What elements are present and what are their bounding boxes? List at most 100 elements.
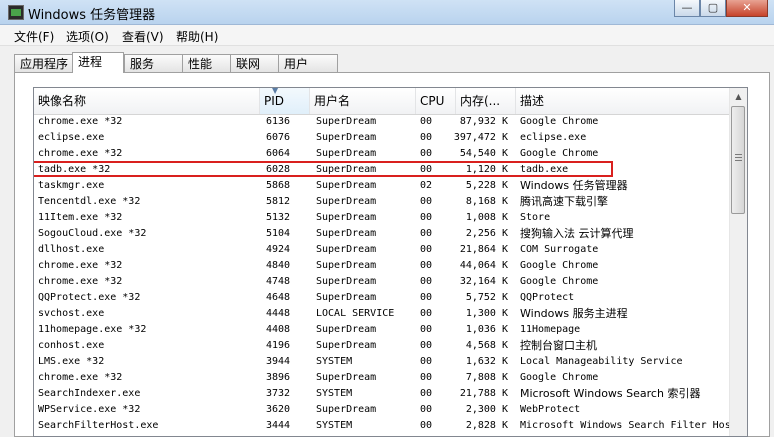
process-pid: 4408 (266, 324, 291, 335)
process-memory: 1,036 K (465, 324, 508, 335)
menu-options[interactable]: 选项(O) (66, 28, 109, 45)
process-memory: 2,256 K (465, 228, 508, 239)
process-list[interactable]: 映像名称 ▼ PID 用户名 CPU 内存(... 描述 chrome.exe … (33, 87, 748, 437)
menu-help[interactable]: 帮助(H) (176, 28, 218, 45)
window-title: Windows 任务管理器 (28, 8, 156, 23)
column-pid[interactable]: ▼ PID (260, 88, 310, 114)
process-name: chrome.exe *32 (38, 116, 123, 127)
tab-performance[interactable]: 性能 (182, 54, 232, 72)
process-description: Local Manageability Service (520, 356, 683, 367)
tab-processes[interactable]: 进程 (72, 52, 124, 73)
process-user: SuperDream (316, 260, 377, 271)
process-memory: 1,120 K (465, 164, 508, 175)
process-memory: 1,300 K (465, 308, 508, 319)
process-description: 腾讯高速下载引擎 (520, 195, 608, 208)
process-description: Microsoft Windows Search 索引器 (520, 387, 701, 400)
table-row[interactable]: conhost.exe 4196 SuperDream 00 4,568 K 控制台窗口主… (34, 338, 731, 354)
process-memory: 7,808 K (465, 372, 508, 383)
column-cpu[interactable]: CPU (416, 88, 456, 114)
table-row[interactable]: 11Item.exe *32 5132 SuperDream 00 1,008 K Sto… (34, 210, 731, 226)
table-row[interactable]: taskmgr.exe 5868 SuperDream 02 5,228 K Window… (34, 178, 731, 194)
process-name: 11homepage.exe *32 (38, 324, 147, 335)
grip-icon (735, 154, 742, 161)
minimize-button[interactable]: — (674, 0, 700, 17)
tab-services[interactable]: 服务 (124, 54, 184, 72)
process-description: Google Chrome (520, 260, 599, 271)
process-description: Google Chrome (520, 148, 599, 159)
process-pid: 5132 (266, 212, 291, 223)
process-description: WebProtect (520, 404, 581, 415)
process-memory: 5,228 K (465, 180, 508, 191)
process-user: SuperDream (316, 132, 377, 143)
table-row[interactable]: chrome.exe *32 4840 SuperDream 00 44,064 K Go… (34, 258, 731, 274)
process-pid: 3620 (266, 404, 291, 415)
table-row[interactable]: SearchIndexer.exe 3732 SYSTEM 00 21,788 K Mic… (34, 386, 731, 402)
process-user: SuperDream (316, 228, 377, 239)
process-name: WPService.exe *32 (38, 404, 141, 415)
table-row[interactable]: LMS.exe *32 3944 SYSTEM 00 1,632 K Local Mana… (34, 354, 731, 370)
table-row[interactable]: 11homepage.exe *32 4408 SuperDream 00 1,036 … (34, 322, 731, 338)
process-memory: 21,864 K (459, 244, 508, 255)
sort-descending-icon: ▼ (272, 87, 279, 95)
process-name: Tencentdl.exe *32 (38, 196, 141, 207)
process-name: LMS.exe *32 (38, 356, 105, 367)
process-description: Google Chrome (520, 116, 599, 127)
vertical-scrollbar[interactable]: ▲ (729, 88, 747, 436)
process-pid: 3732 (266, 388, 291, 399)
process-user: SuperDream (316, 196, 377, 207)
maximize-button[interactable]: ▢ (700, 0, 726, 17)
process-name: chrome.exe *32 (38, 372, 123, 383)
table-row[interactable]: chrome.exe *32 4748 SuperDream 00 32,164 K Go… (34, 274, 731, 290)
tab-networking[interactable]: 联网 (230, 54, 280, 72)
close-button[interactable]: ✕ (726, 0, 768, 17)
process-memory: 4,568 K (465, 340, 508, 351)
process-user: SYSTEM (316, 356, 353, 367)
column-user-name[interactable]: 用户名 (310, 88, 416, 114)
tab-users[interactable]: 用户 (278, 54, 338, 72)
process-description: eclipse.exe (520, 132, 587, 143)
title-bar[interactable]: Windows 任务管理器 — ▢ ✕ (0, 0, 774, 25)
table-row[interactable]: dllhost.exe 4924 SuperDream 00 21,864 K COM S… (34, 242, 731, 258)
table-row[interactable]: WPService.exe *32 3620 SuperDream 00 2,300 K… (34, 402, 731, 418)
process-user: SYSTEM (316, 420, 353, 431)
process-pid: 5812 (266, 196, 291, 207)
table-row[interactable]: chrome.exe *32 6136 SuperDream 00 87,932 K Go… (34, 114, 731, 130)
process-user: SuperDream (316, 292, 377, 303)
task-manager-icon (8, 5, 24, 20)
process-pid: 3444 (266, 420, 291, 431)
column-header: 映像名称 ▼ PID 用户名 CPU 内存(... 描述 (34, 88, 731, 115)
process-memory: 1,632 K (465, 356, 508, 367)
process-memory: 397,472 K (453, 132, 508, 143)
process-pid: 3896 (266, 372, 291, 383)
table-row-highlighted[interactable]: tadb.exe *32 6028 SuperDream 00 1,120 K tadb.… (34, 161, 731, 178)
table-row[interactable]: svchost.exe 4448 LOCAL SERVICE 00 1,300 K Win… (34, 306, 731, 322)
table-row[interactable]: chrome.exe *32 3896 SuperDream 00 7,808 K Goo… (34, 370, 731, 386)
table-row[interactable]: chrome.exe *32 6064 SuperDream 00 54,540 K Go… (34, 146, 731, 162)
column-image-name[interactable]: 映像名称 (34, 88, 260, 114)
process-description: tadb.exe (520, 164, 569, 175)
process-user: SuperDream (316, 212, 377, 223)
scroll-thumb[interactable] (731, 106, 745, 214)
process-pid: 4748 (266, 276, 291, 287)
table-row[interactable]: eclipse.exe 6076 SuperDream 00 397,472 Kecli… (34, 130, 731, 146)
table-row[interactable]: SogouCloud.exe *32 5104 SuperDream 00 2,256 … (34, 226, 731, 242)
process-name: eclipse.exe (38, 132, 105, 143)
process-name: chrome.exe *32 (38, 148, 123, 159)
column-description[interactable]: 描述 (516, 88, 731, 114)
table-row[interactable]: Tencentdl.exe *32 5812 SuperDream 00 8,168 K… (34, 194, 731, 210)
process-pid: 5868 (266, 180, 291, 191)
table-row[interactable]: SearchFilterHost.exe 3444 SYSTEM 00 2,828 KM… (34, 418, 731, 434)
process-name: conhost.exe (38, 340, 105, 351)
scroll-up-icon[interactable]: ▲ (730, 88, 747, 105)
process-pid: 6076 (266, 132, 291, 143)
table-row[interactable]: QQProtect.exe *32 4648 SuperDream 00 5,752 K… (34, 290, 731, 306)
menu-view[interactable]: 查看(V) (122, 28, 164, 45)
process-memory: 44,064 K (459, 260, 508, 271)
tab-applications[interactable]: 应用程序 (14, 54, 74, 72)
column-memory[interactable]: 内存(... (456, 88, 516, 114)
process-user: SYSTEM (316, 388, 353, 399)
process-user: SuperDream (316, 404, 377, 415)
menu-file[interactable]: 文件(F) (14, 28, 54, 45)
process-description: Google Chrome (520, 372, 599, 383)
menu-bar: 文件(F) 选项(O) 查看(V) 帮助(H) (0, 25, 774, 46)
